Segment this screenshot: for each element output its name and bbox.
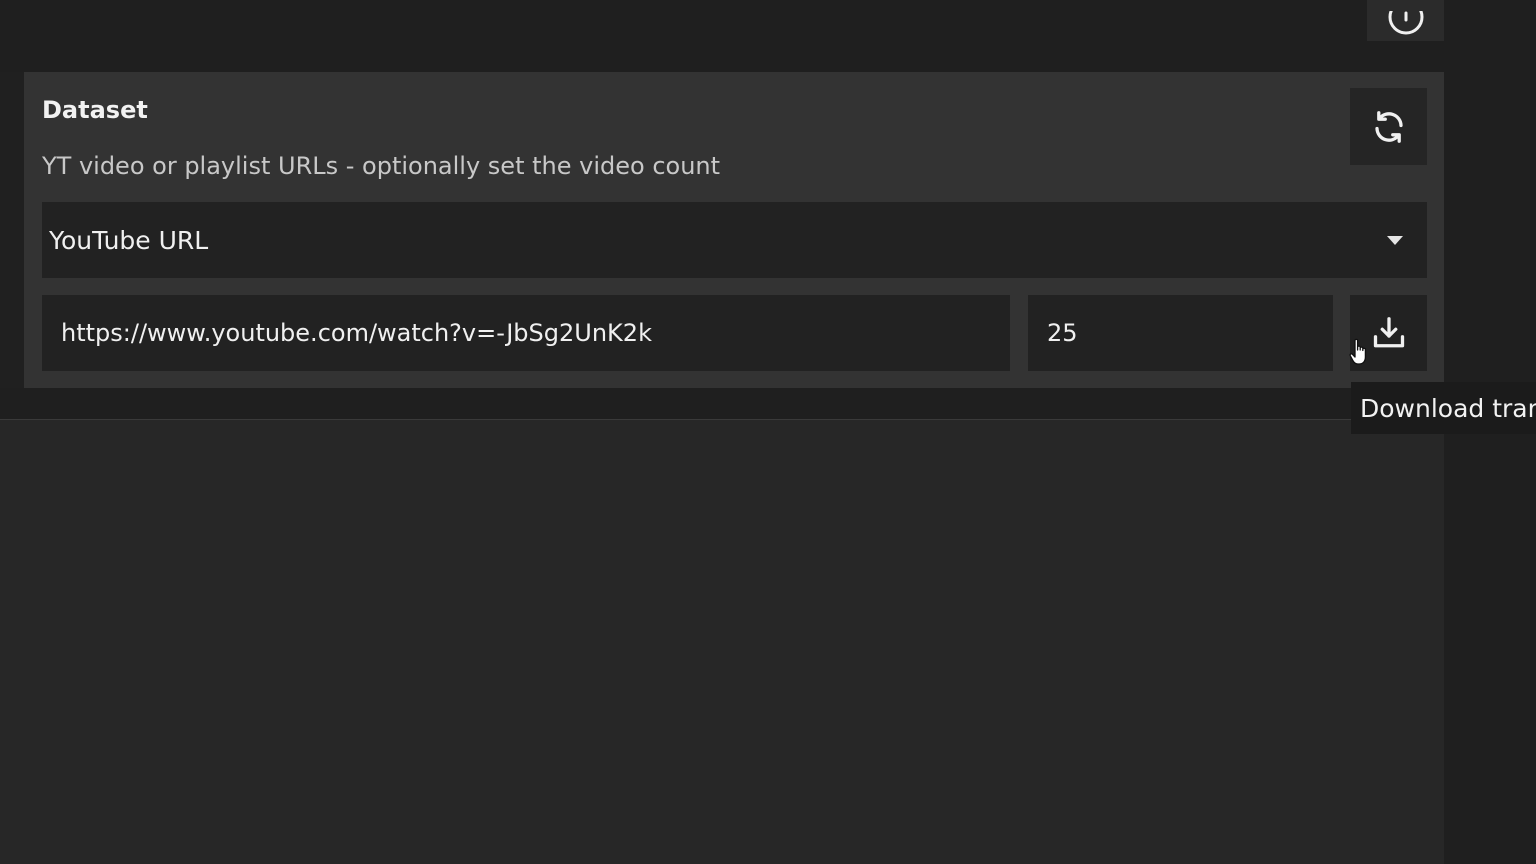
url-input[interactable] — [42, 295, 1010, 371]
panel-title: Dataset — [42, 96, 148, 124]
top-info-button[interactable] — [1367, 0, 1444, 41]
download-tooltip: Download tran — [1351, 382, 1536, 434]
content-area — [0, 420, 1444, 864]
refresh-icon — [1374, 110, 1403, 143]
hand-cursor-icon — [1349, 338, 1367, 365]
panel-footer-band — [0, 388, 1444, 419]
refresh-button[interactable] — [1350, 88, 1427, 165]
source-type-select[interactable]: YouTube URL — [42, 202, 1427, 278]
video-count-input[interactable] — [1028, 295, 1333, 371]
info-icon — [1388, 11, 1423, 35]
panel-description: YT video or playlist URLs - optionally s… — [42, 152, 721, 180]
top-toolbar — [0, 0, 1536, 72]
chevron-down-icon — [1387, 236, 1403, 245]
dataset-panel: Dataset YT video or playlist URLs - opti… — [24, 72, 1444, 388]
tooltip-text: Download tran — [1360, 393, 1536, 423]
source-type-value: YouTube URL — [49, 225, 209, 255]
download-icon — [1373, 317, 1404, 348]
